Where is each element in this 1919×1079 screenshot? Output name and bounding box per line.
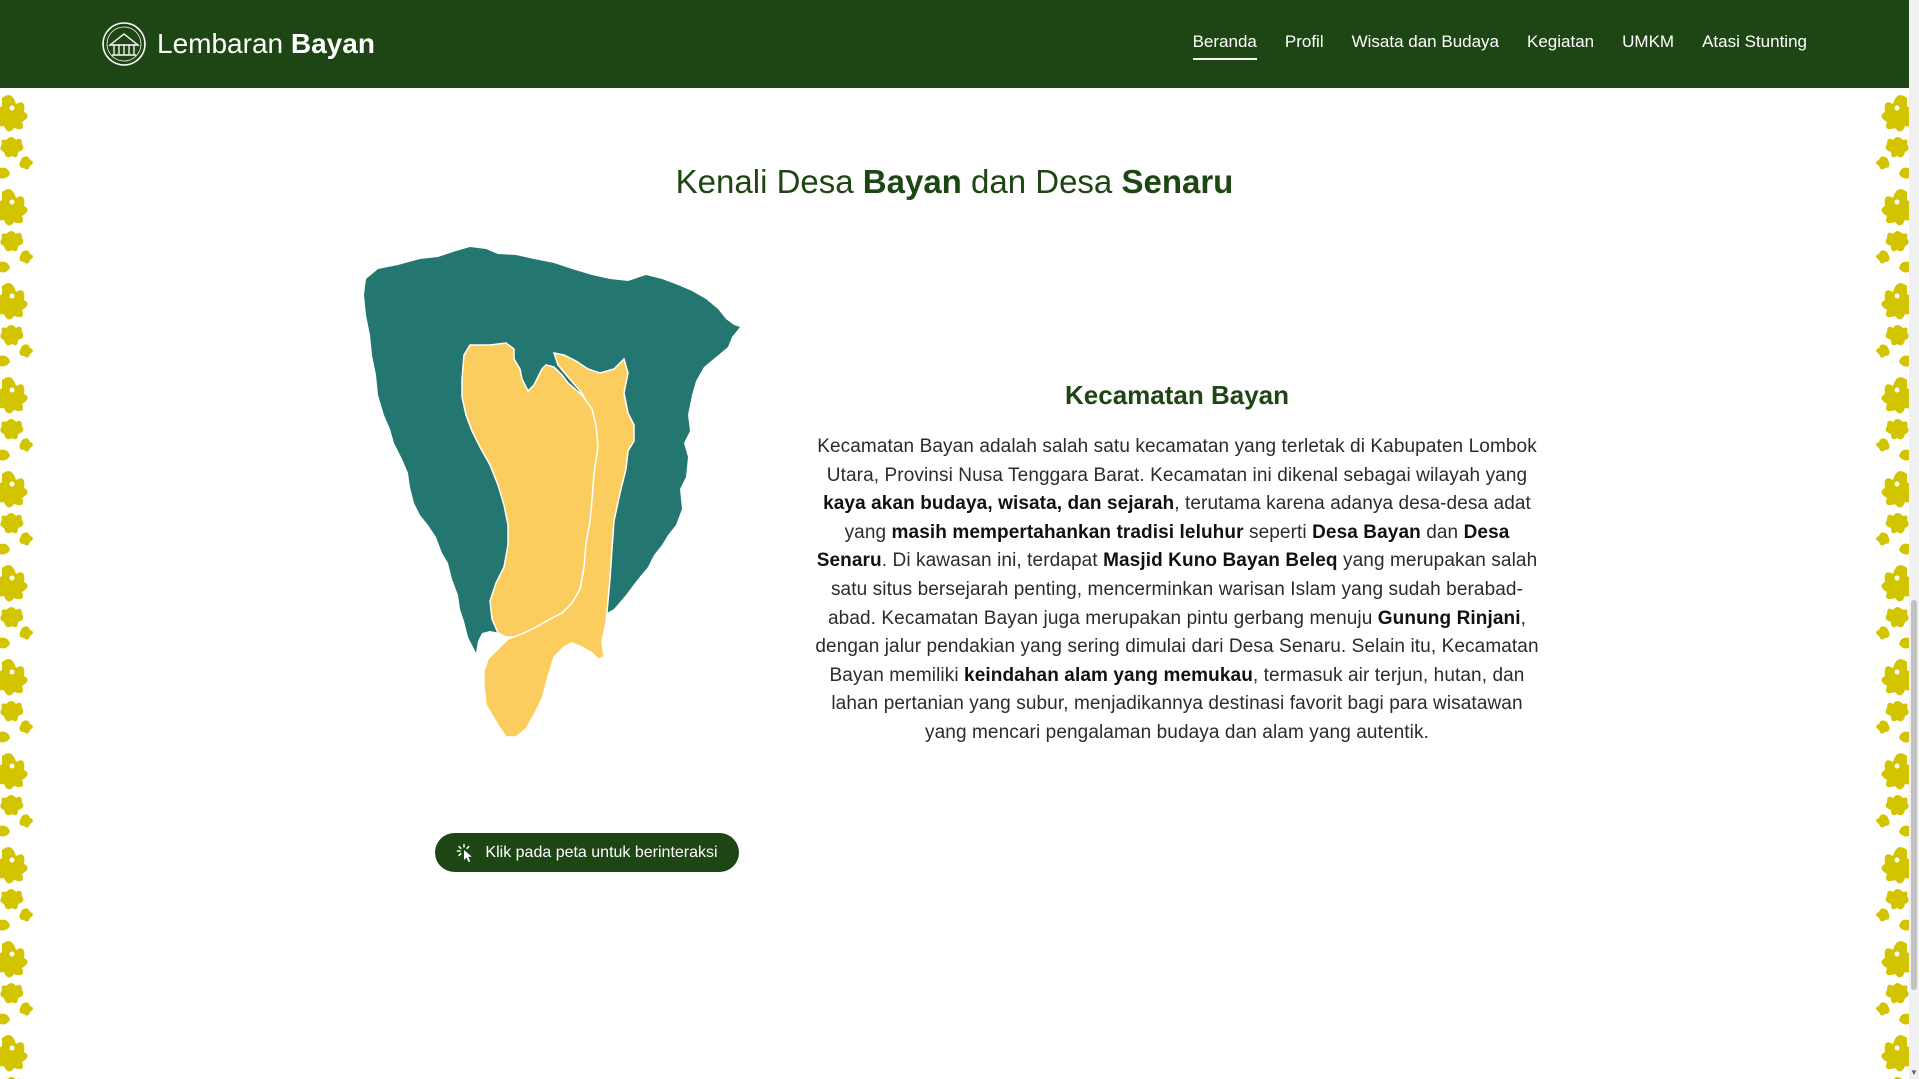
map-interaction-hint[interactable]: Klik pada peta untuk berinteraksi	[435, 833, 739, 872]
scroll-down-arrow-icon[interactable]: ▼	[1910, 1068, 1918, 1077]
pointer-click-icon	[457, 843, 473, 862]
brand-name-regular: Lembaran	[157, 28, 284, 59]
page-scrollbar[interactable]: ▼	[1909, 0, 1919, 1079]
title-bold2: Senaru	[1121, 163, 1234, 200]
info-bold: kaya akan budaya, wisata, dan sejarah	[823, 493, 1175, 515]
info-text: dan	[1420, 521, 1464, 543]
brand[interactable]: Lembaran Bayan	[101, 21, 375, 67]
title-part1: Kenali Desa	[675, 163, 863, 200]
brand-name-bold: Bayan	[290, 28, 375, 59]
main-nav: Beranda Profil Wisata dan Budaya Kegiata…	[1165, 32, 1807, 60]
nav-profil[interactable]: Profil	[1285, 32, 1324, 60]
map-hint-label: Klik pada peta untuk berinteraksi	[485, 843, 718, 861]
info-text: . Di kawasan ini, terdapat	[881, 550, 1104, 572]
info-bold: Desa Bayan	[1312, 521, 1421, 543]
nav-umkm[interactable]: UMKM	[1622, 32, 1674, 60]
nav-wisata-dan-budaya[interactable]: Wisata dan Budaya	[1352, 32, 1499, 60]
brand-name: Lembaran Bayan	[157, 28, 375, 60]
info-text: Kecamatan Bayan adalah salah satu kecama…	[817, 436, 1537, 486]
batik-border-left	[0, 88, 38, 1079]
nav-atasi-stunting[interactable]: Atasi Stunting	[1702, 32, 1807, 60]
info-panel: Kecamatan Bayan Kecamatan Bayan adalah s…	[812, 380, 1542, 748]
nav-kegiatan[interactable]: Kegiatan	[1527, 32, 1594, 60]
info-bold: masih mempertahankan tradisi leluhur	[891, 521, 1244, 543]
batik-border-right	[1871, 88, 1909, 1079]
info-text: seperti	[1243, 521, 1313, 543]
nav-beranda[interactable]: Beranda	[1192, 32, 1257, 60]
info-bold: keindahan alam yang memukau	[964, 664, 1253, 686]
info-bold: Gunung Rinjani	[1377, 607, 1521, 629]
top-navbar: Lembaran Bayan Beranda Profil Wisata dan…	[0, 0, 1909, 88]
interactive-map[interactable]	[358, 245, 818, 820]
section-title: Kenali Desa Bayan dan Desa Senaru	[0, 163, 1909, 201]
info-bold: Masjid Kuno Bayan Beleq	[1103, 550, 1338, 572]
title-part2: dan Desa	[961, 163, 1122, 200]
info-paragraph: Kecamatan Bayan adalah salah satu kecama…	[812, 433, 1542, 748]
title-bold1: Bayan	[862, 163, 962, 200]
bayan-map-svg[interactable]	[358, 245, 818, 820]
village-emblem-icon	[102, 22, 146, 66]
scrollbar-thumb[interactable]	[1911, 600, 1917, 990]
info-heading: Kecamatan Bayan	[1065, 380, 1289, 410]
